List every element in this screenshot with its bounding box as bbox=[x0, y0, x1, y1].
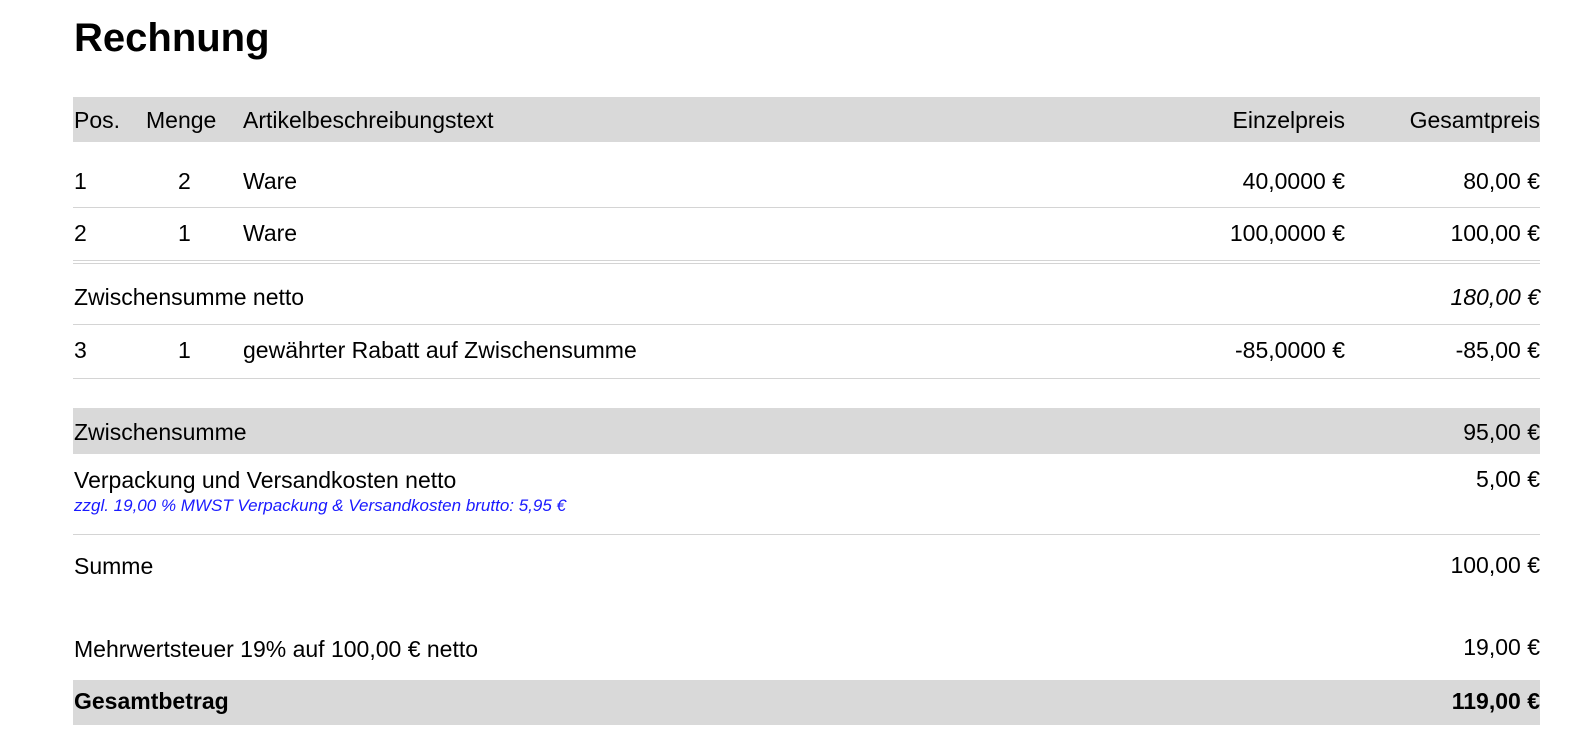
subtotal-label: Zwischensumme bbox=[74, 419, 247, 445]
header-pos: Pos. bbox=[74, 107, 121, 133]
subtotal-value: 95,00 € bbox=[1463, 419, 1540, 445]
row-divider bbox=[73, 324, 1540, 325]
item-text: Ware bbox=[243, 220, 298, 246]
subtotal-net-value: 180,00 € bbox=[1450, 284, 1540, 310]
discount-menge: 1 bbox=[178, 337, 191, 363]
item-gesamtpreis: 100,00 € bbox=[1450, 220, 1540, 246]
item-text: Ware bbox=[243, 168, 298, 194]
subtotal-net-label: Zwischensumme netto bbox=[74, 284, 305, 310]
total-value: 119,00 € bbox=[1451, 688, 1540, 714]
vat-label: Mehrwertsteuer 19% auf 100,00 € netto bbox=[74, 636, 479, 662]
row-divider bbox=[73, 378, 1540, 379]
item-gesamtpreis: 80,00 € bbox=[1463, 168, 1540, 194]
shipping-value: 5,00 € bbox=[1476, 466, 1540, 492]
item-einzelpreis: 100,0000 € bbox=[1229, 220, 1345, 246]
header-einzelpreis: Einzelpreis bbox=[1232, 107, 1346, 133]
row-divider bbox=[73, 260, 1540, 261]
discount-pos: 3 bbox=[74, 337, 87, 363]
page-title: Rechnung bbox=[74, 16, 270, 60]
sum-label: Summe bbox=[74, 553, 154, 579]
shipping-note: zzgl. 19,00 % MWST Verpackung & Versandk… bbox=[74, 496, 566, 515]
sum-value: 100,00 € bbox=[1450, 552, 1540, 578]
row-divider bbox=[73, 534, 1540, 535]
item-einzelpreis: 40,0000 € bbox=[1242, 168, 1345, 194]
item-menge: 2 bbox=[178, 168, 191, 194]
row-divider bbox=[73, 263, 1540, 264]
item-menge: 1 bbox=[178, 220, 191, 246]
shipping-label: Verpackung und Versandkosten netto bbox=[74, 467, 457, 493]
header-menge: Menge bbox=[146, 107, 217, 133]
row-divider bbox=[73, 207, 1540, 208]
item-pos: 1 bbox=[74, 168, 87, 194]
discount-einzelpreis: -85,0000 € bbox=[1235, 337, 1345, 363]
total-band bbox=[73, 680, 1540, 725]
vat-value: 19,00 € bbox=[1463, 634, 1540, 660]
total-label: Gesamtbetrag bbox=[74, 688, 229, 714]
discount-text: gewährter Rabatt auf Zwischensumme bbox=[243, 337, 637, 363]
item-pos: 2 bbox=[74, 220, 87, 246]
header-gesamtpreis: Gesamtpreis bbox=[1409, 107, 1540, 133]
subtotal-band bbox=[73, 408, 1540, 454]
discount-gesamtpreis: -85,00 € bbox=[1455, 337, 1540, 363]
header-beschreibung: Artikelbeschreibungstext bbox=[243, 107, 494, 133]
